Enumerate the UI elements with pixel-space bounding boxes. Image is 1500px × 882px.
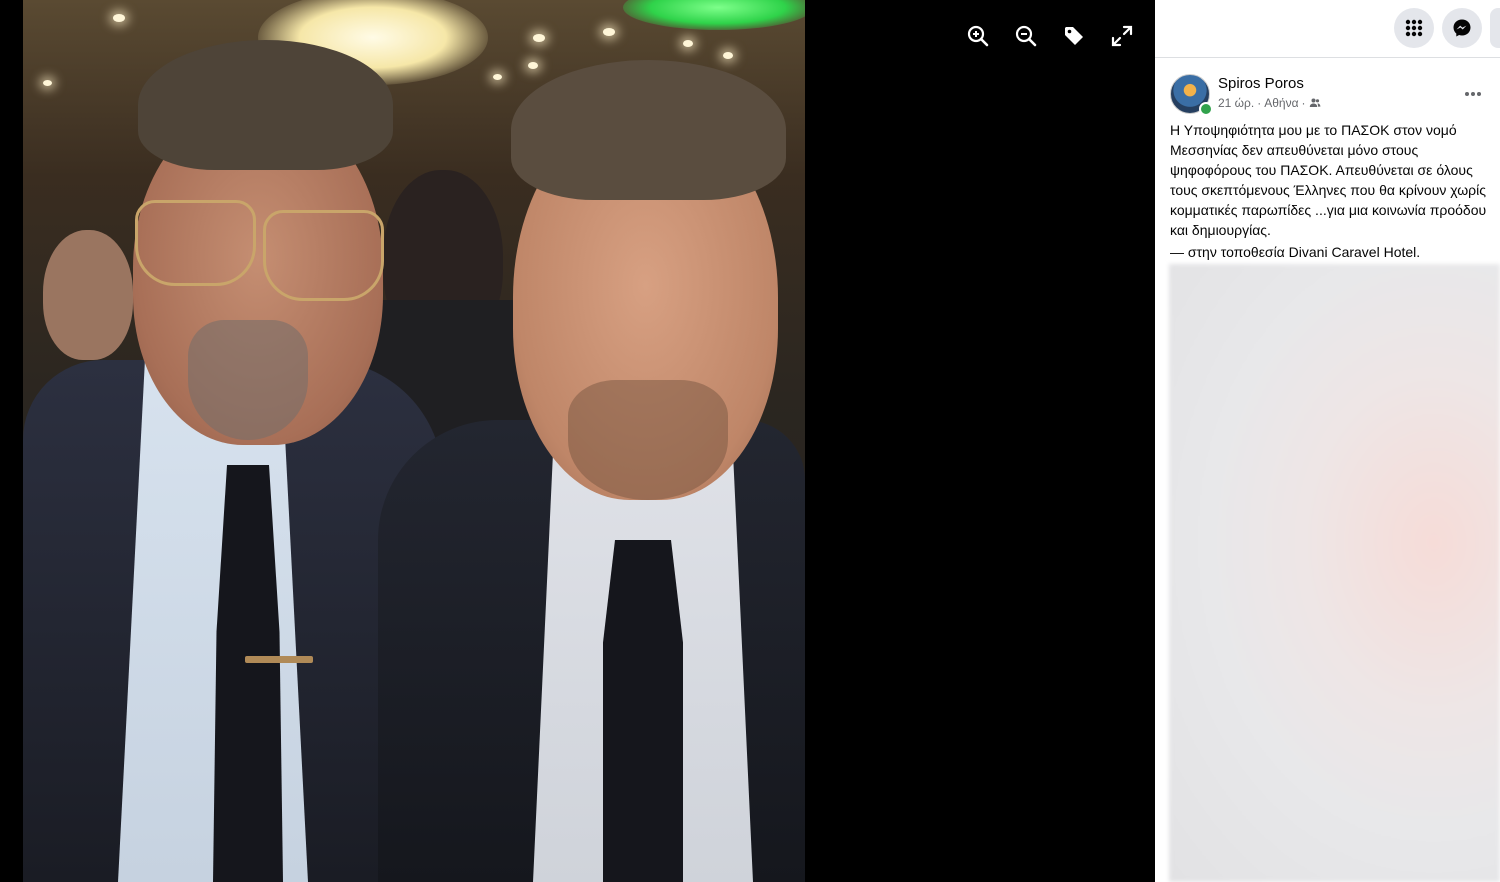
tag-icon [1065,27,1083,45]
ceiling-light [683,40,693,47]
meta-separator: · [1301,96,1306,110]
post-photo[interactable] [23,0,805,882]
more-options-button[interactable] [1459,80,1487,108]
messenger-button[interactable] [1442,8,1482,48]
location-link[interactable]: Divani Caravel Hotel [1289,244,1417,260]
left-man-hair [138,40,393,170]
ceiling-light [113,14,125,22]
post-time[interactable]: 21 ώρ. [1218,96,1254,110]
ceiling-light [723,52,733,59]
right-man-beard [568,380,728,500]
post-header: Spiros Poros 21 ώρ. · Αθήνα · [1170,74,1490,116]
location-prefix: — στην τοποθεσία [1170,244,1285,260]
zoom-out-icon [1015,25,1037,47]
zoom-out-button[interactable] [1010,20,1042,52]
post-place[interactable]: Αθήνα [1264,96,1298,110]
blurred-content [1169,264,1500,882]
more-options-icon [1465,92,1481,96]
ceiling-light [43,80,52,86]
location-suffix: . [1416,244,1421,260]
ceiling-light [493,74,502,80]
tie-clip [245,656,313,663]
friends-audience-icon[interactable] [1309,97,1321,109]
grid-menu-icon [1405,19,1423,37]
ceiling-light [528,62,538,69]
post-sidebar: Spiros Poros 21 ώρ. · Αθήνα · Η Υποψηφιό… [1155,0,1500,882]
background-person [43,230,133,360]
left-man-tie [213,465,283,882]
post-meta: 21 ώρ. · Αθήνα · [1218,96,1321,110]
ceiling-light [603,28,615,36]
photo-viewer [0,0,1155,882]
tag-button[interactable] [1058,20,1090,52]
green-light [623,0,805,30]
right-man-hair [511,60,786,200]
fullscreen-button[interactable] [1106,20,1138,52]
author-name[interactable]: Spiros Poros [1218,75,1304,92]
online-status-dot [1199,102,1213,116]
ceiling-light [533,34,545,42]
post-text: Η Υποψηφιότητα μου με το ΠΑΣΟΚ στον νομό… [1170,122,1487,238]
top-bar [1155,0,1500,58]
post-location: — στην τοποθεσία Divani Caravel Hotel. [1170,244,1490,260]
left-man-glasses [135,200,384,301]
profile-button[interactable] [1490,8,1500,48]
messenger-icon [1453,19,1471,37]
meta-separator: · [1257,96,1262,110]
zoom-in-icon [967,25,989,47]
zoom-in-button[interactable] [962,20,994,52]
menu-button[interactable] [1394,8,1434,48]
viewer-toolbar [962,20,1138,52]
left-man-beard [188,320,308,440]
fullscreen-icon [1111,25,1133,47]
right-man-tie [603,540,683,882]
